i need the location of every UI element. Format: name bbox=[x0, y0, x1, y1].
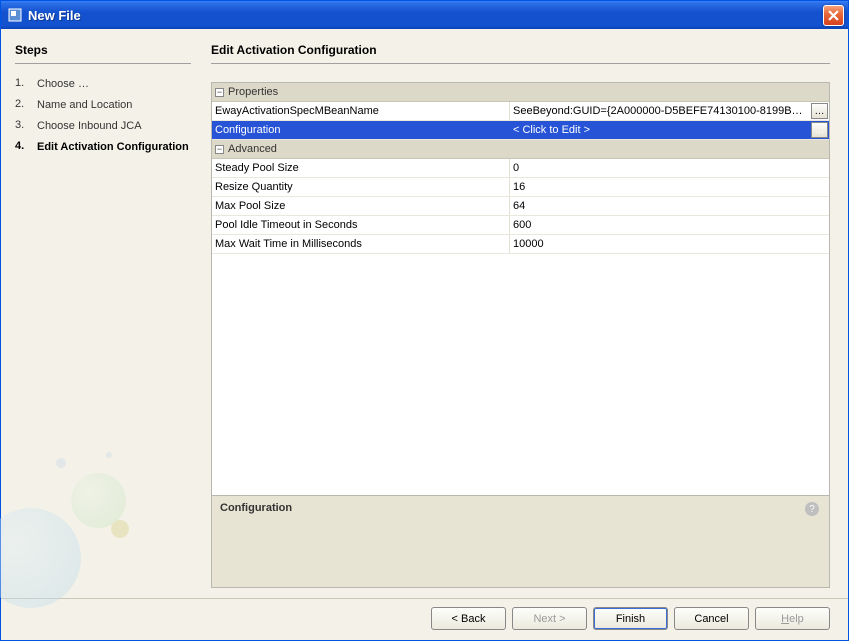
panel-title: Edit Activation Configuration bbox=[211, 43, 830, 64]
row-eway-activation-spec[interactable]: EwayActivationSpecMBeanName SeeBeyond:GU… bbox=[212, 102, 829, 121]
property-grid[interactable]: − Properties EwayActivationSpecMBeanName… bbox=[212, 83, 829, 495]
row-resize-quantity[interactable]: Resize Quantity 16 bbox=[212, 178, 829, 197]
help-button: Help bbox=[755, 607, 830, 630]
step-number: 3. bbox=[15, 119, 37, 134]
row-configuration[interactable]: Configuration < Click to Edit > … bbox=[212, 121, 829, 140]
ellipsis-button[interactable]: … bbox=[811, 122, 828, 138]
prop-value-text: SeeBeyond:GUID={2A000000-D5BEFE74130100-… bbox=[513, 105, 803, 117]
ellipsis-button[interactable]: … bbox=[811, 103, 828, 119]
prop-value[interactable]: 64 bbox=[510, 197, 829, 215]
step-label: Choose … bbox=[37, 77, 89, 92]
close-button[interactable] bbox=[823, 5, 844, 26]
button-label: Next > bbox=[533, 613, 565, 625]
button-label: Help bbox=[781, 613, 804, 625]
prop-value[interactable]: SeeBeyond:GUID={2A000000-D5BEFE74130100-… bbox=[510, 102, 829, 120]
titlebar[interactable]: New File bbox=[1, 1, 848, 29]
step-label: Edit Activation Configuration bbox=[37, 140, 189, 155]
prop-value[interactable]: 16 bbox=[510, 178, 829, 196]
property-sheet: − Properties EwayActivationSpecMBeanName… bbox=[211, 82, 830, 588]
help-icon[interactable]: ? bbox=[805, 502, 819, 516]
steps-list: 1. Choose … 2. Name and Location 3. Choo… bbox=[15, 74, 191, 157]
row-pool-idle-timeout[interactable]: Pool Idle Timeout in Seconds 600 bbox=[212, 216, 829, 235]
button-bar: < Back Next > Finish Cancel Help bbox=[1, 598, 848, 640]
wizard-window: New File Steps 1. Choose … 2. Name and L… bbox=[0, 0, 849, 641]
step-item: 2. Name and Location bbox=[15, 95, 191, 116]
description-pane: Configuration ? bbox=[212, 495, 829, 587]
prop-name: Resize Quantity bbox=[212, 178, 510, 196]
content-area: Steps 1. Choose … 2. Name and Location 3… bbox=[1, 29, 848, 640]
right-panel: Edit Activation Configuration − Properti… bbox=[201, 29, 848, 598]
step-number: 1. bbox=[15, 77, 37, 92]
step-item: 1. Choose … bbox=[15, 74, 191, 95]
step-label: Choose Inbound JCA bbox=[37, 119, 142, 134]
finish-button[interactable]: Finish bbox=[593, 607, 668, 630]
step-label: Name and Location bbox=[37, 98, 132, 113]
prop-name: Pool Idle Timeout in Seconds bbox=[212, 216, 510, 234]
watermark-graphic bbox=[1, 418, 201, 598]
group-label: Advanced bbox=[228, 143, 277, 155]
collapse-icon[interactable]: − bbox=[215, 88, 224, 97]
prop-value[interactable]: 10000 bbox=[510, 235, 829, 253]
prop-name: Max Wait Time in Milliseconds bbox=[212, 235, 510, 253]
description-title: Configuration bbox=[220, 502, 821, 514]
main-area: Steps 1. Choose … 2. Name and Location 3… bbox=[1, 29, 848, 598]
button-label: < Back bbox=[452, 613, 486, 625]
prop-name: EwayActivationSpecMBeanName bbox=[212, 102, 510, 120]
prop-value[interactable]: 0 bbox=[510, 159, 829, 177]
row-max-pool-size[interactable]: Max Pool Size 64 bbox=[212, 197, 829, 216]
window-title: New File bbox=[28, 8, 81, 23]
button-label: Finish bbox=[616, 613, 645, 625]
collapse-icon[interactable]: − bbox=[215, 145, 224, 154]
group-advanced[interactable]: − Advanced bbox=[212, 140, 829, 159]
step-number: 2. bbox=[15, 98, 37, 113]
step-item-current: 4. Edit Activation Configuration bbox=[15, 137, 191, 158]
step-item: 3. Choose Inbound JCA bbox=[15, 116, 191, 137]
steps-sidebar: Steps 1. Choose … 2. Name and Location 3… bbox=[1, 29, 201, 598]
row-steady-pool-size[interactable]: Steady Pool Size 0 bbox=[212, 159, 829, 178]
next-button: Next > bbox=[512, 607, 587, 630]
back-button[interactable]: < Back bbox=[431, 607, 506, 630]
prop-value[interactable]: 600 bbox=[510, 216, 829, 234]
prop-value-text: < Click to Edit > bbox=[513, 124, 590, 136]
group-label: Properties bbox=[228, 86, 278, 98]
prop-value[interactable]: < Click to Edit > … bbox=[510, 121, 829, 139]
app-icon bbox=[7, 7, 23, 23]
cancel-button[interactable]: Cancel bbox=[674, 607, 749, 630]
prop-name: Steady Pool Size bbox=[212, 159, 510, 177]
close-icon bbox=[828, 10, 839, 21]
step-number: 4. bbox=[15, 140, 37, 155]
steps-heading: Steps bbox=[15, 43, 191, 64]
prop-name: Configuration bbox=[212, 121, 510, 139]
button-label: Cancel bbox=[694, 613, 728, 625]
row-max-wait-time[interactable]: Max Wait Time in Milliseconds 10000 bbox=[212, 235, 829, 254]
prop-name: Max Pool Size bbox=[212, 197, 510, 215]
group-properties[interactable]: − Properties bbox=[212, 83, 829, 102]
